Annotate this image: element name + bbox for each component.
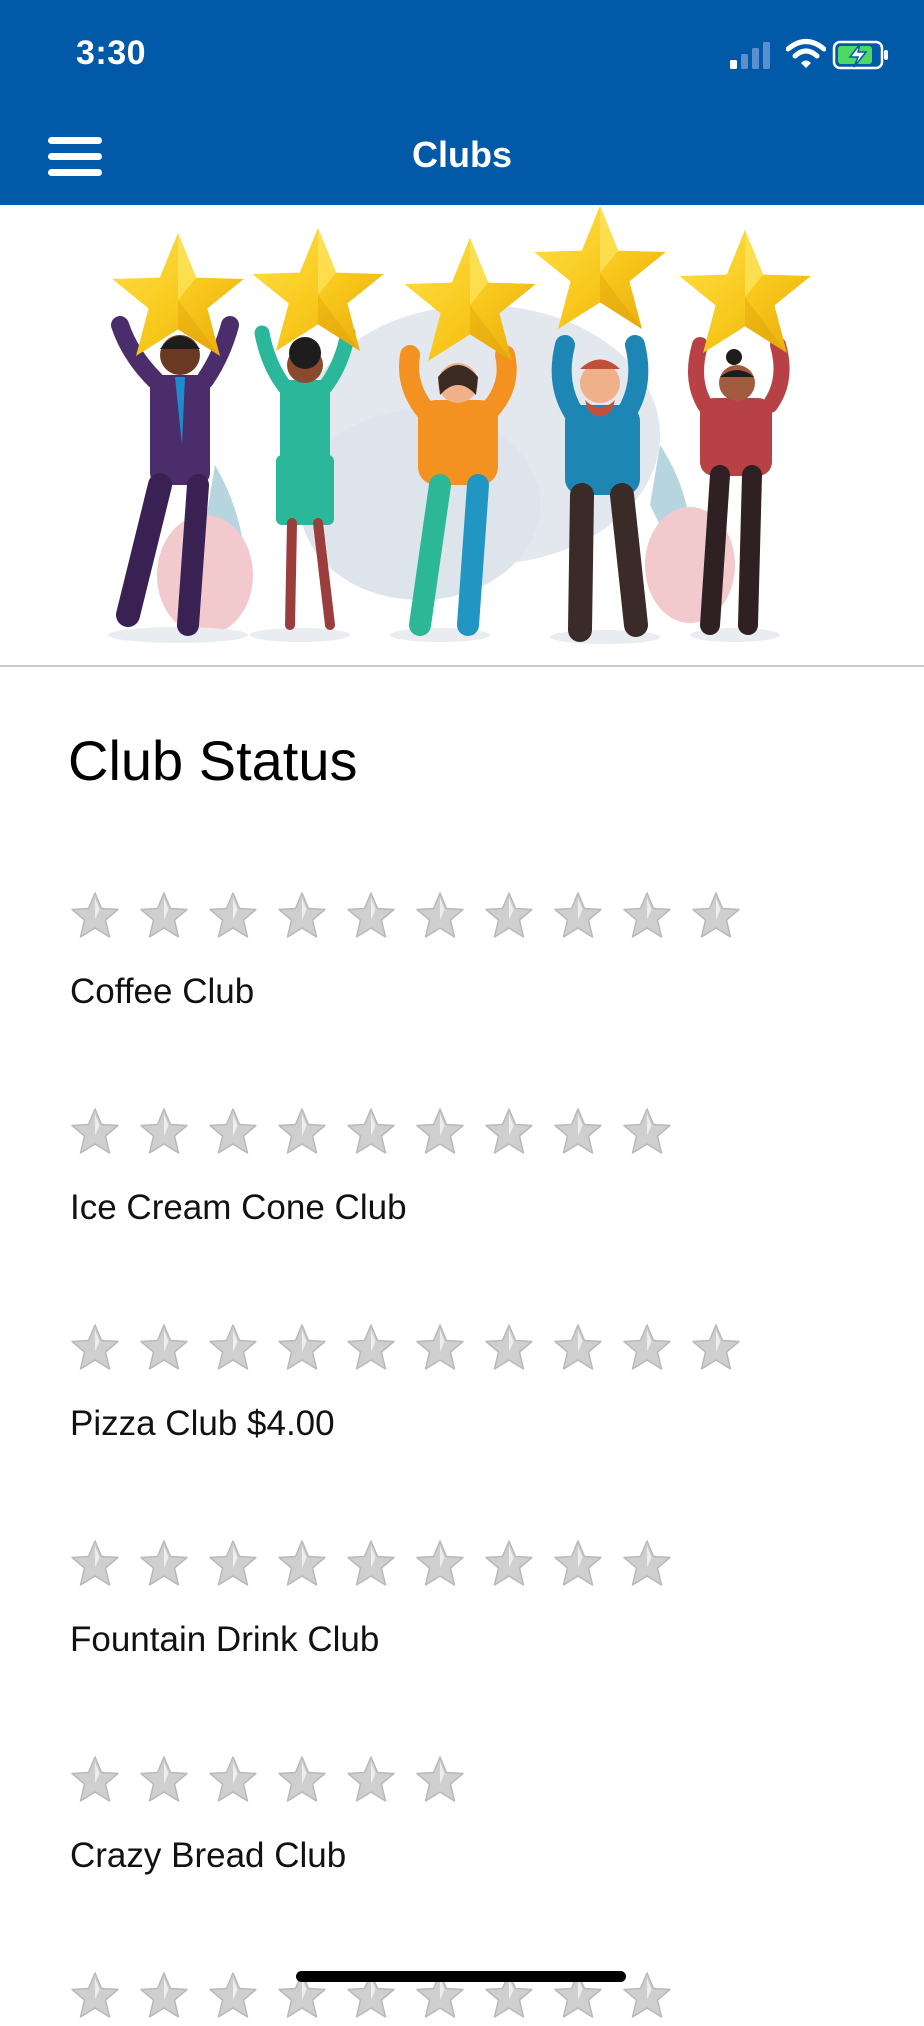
- empty-star-icon: [209, 1756, 257, 1802]
- empty-star-icon: [623, 1540, 671, 1586]
- empty-star-icon: [485, 1540, 533, 1586]
- empty-star-icon: [347, 1108, 395, 1154]
- empty-star-icon: [554, 1540, 602, 1586]
- empty-star-icon: [554, 892, 602, 938]
- empty-star-icon: [416, 1540, 464, 1586]
- app-header: 3:30 Clubs: [0, 0, 924, 205]
- empty-star-icon: [209, 1972, 257, 2018]
- star-punch-row: [68, 1754, 868, 1810]
- section-title: Club Status: [68, 729, 358, 792]
- empty-star-icon: [140, 1108, 188, 1154]
- empty-star-icon: [347, 1756, 395, 1802]
- people-holding-stars-illustration: [108, 205, 811, 644]
- empty-star-icon: [623, 892, 671, 938]
- wifi-icon: [786, 39, 826, 68]
- empty-star-icon: [140, 1756, 188, 1802]
- empty-star-icon: [347, 1540, 395, 1586]
- star-punch-row: [68, 890, 868, 946]
- empty-star-icon: [278, 1540, 326, 1586]
- empty-star-icon: [209, 1540, 257, 1586]
- empty-star-icon: [140, 1540, 188, 1586]
- empty-star-icon: [347, 1324, 395, 1370]
- empty-star-icon: [623, 1324, 671, 1370]
- signal-icon: [730, 42, 770, 69]
- club-item[interactable]: Pizza Club $4.00: [68, 1322, 868, 1443]
- empty-star-icon: [278, 1756, 326, 1802]
- empty-star-icon: [347, 892, 395, 938]
- club-name: Fountain Drink Club: [70, 1620, 380, 1659]
- empty-star-icon: [623, 1972, 671, 2018]
- empty-star-icon: [278, 1324, 326, 1370]
- empty-star-icon: [71, 1756, 119, 1802]
- empty-star-icon: [623, 1108, 671, 1154]
- empty-star-icon: [485, 1108, 533, 1154]
- empty-star-icon: [140, 1972, 188, 2018]
- status-time: 3:30: [76, 34, 147, 72]
- empty-star-icon: [209, 892, 257, 938]
- empty-star-icon: [416, 892, 464, 938]
- home-indicator: [296, 1971, 626, 1982]
- empty-star-icon: [140, 892, 188, 938]
- empty-star-icon: [416, 1756, 464, 1802]
- club-item[interactable]: Ice Cream Cone Club: [68, 1106, 868, 1227]
- empty-star-icon: [416, 1324, 464, 1370]
- empty-star-icon: [209, 1108, 257, 1154]
- empty-star-icon: [71, 1108, 119, 1154]
- empty-star-icon: [554, 1324, 602, 1370]
- star-punch-row: [68, 1322, 868, 1378]
- battery-charging-icon: [832, 40, 888, 70]
- club-name: Crazy Bread Club: [70, 1836, 347, 1875]
- empty-star-icon: [485, 1324, 533, 1370]
- club-name: Ice Cream Cone Club: [70, 1188, 407, 1227]
- empty-star-icon: [140, 1324, 188, 1370]
- empty-star-icon: [485, 892, 533, 938]
- empty-star-icon: [692, 1324, 740, 1370]
- club-item[interactable]: Coffee Club: [68, 890, 868, 1011]
- empty-star-icon: [278, 892, 326, 938]
- club-item[interactable]: Crazy Bread Club: [68, 1754, 868, 1875]
- empty-star-icon: [71, 1972, 119, 2018]
- empty-star-icon: [71, 1324, 119, 1370]
- star-punch-row: [68, 1106, 868, 1162]
- empty-star-icon: [554, 1108, 602, 1154]
- empty-star-icon: [71, 892, 119, 938]
- club-name: Coffee Club: [70, 972, 255, 1011]
- club-name: Pizza Club $4.00: [70, 1404, 335, 1443]
- page-title: Clubs: [411, 134, 512, 175]
- star-punch-row: [68, 1538, 868, 1594]
- empty-star-icon: [416, 1108, 464, 1154]
- hero-illustration: [0, 205, 924, 667]
- empty-star-icon: [278, 1108, 326, 1154]
- empty-star-icon: [209, 1324, 257, 1370]
- empty-star-icon: [692, 892, 740, 938]
- club-item[interactable]: Fountain Drink Club: [68, 1538, 868, 1659]
- empty-star-icon: [71, 1540, 119, 1586]
